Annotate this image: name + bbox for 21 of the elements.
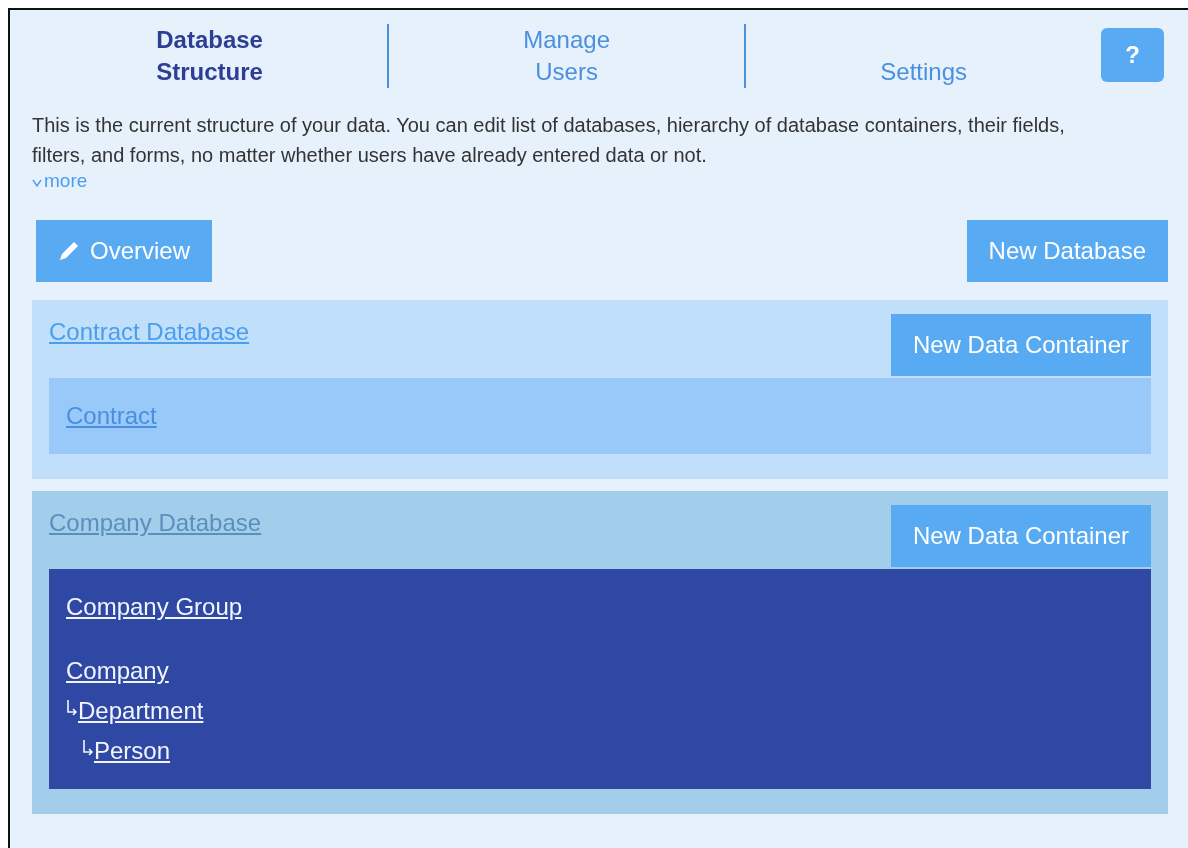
elbow-arrow-icon: [66, 699, 78, 717]
new-container-button[interactable]: New Data Container: [890, 314, 1151, 376]
tab[interactable]: Manage Users: [389, 20, 745, 88]
tab[interactable]: Database Structure: [32, 20, 388, 88]
elbow-arrow-icon: [82, 739, 94, 757]
container-link[interactable]: Department: [78, 691, 204, 731]
overview-button[interactable]: Overview: [36, 220, 213, 282]
description-text: This is the current structure of your data. You can edit list of databases, hierarchy of database containers, their fields, filters, and forms, no matter whether users have already entered data or not.: [32, 113, 1066, 168]
help-button[interactable]: ?: [1101, 28, 1164, 82]
new-database-button[interactable]: New Database: [966, 220, 1168, 282]
database-link[interactable]: Contract Database: [49, 318, 250, 346]
new-container-button[interactable]: New Data Container: [890, 505, 1151, 567]
tab[interactable]: Settings: [746, 20, 1102, 88]
caret-icon: [32, 179, 42, 187]
container-link[interactable]: Contract: [66, 396, 157, 436]
database-link[interactable]: Company Database: [49, 509, 262, 537]
pencil-icon: [58, 240, 80, 262]
container-link[interactable]: Company: [66, 651, 169, 691]
more-link[interactable]: more: [32, 170, 88, 192]
container-link[interactable]: Person: [94, 731, 171, 771]
container-link[interactable]: Company Group: [66, 587, 243, 627]
